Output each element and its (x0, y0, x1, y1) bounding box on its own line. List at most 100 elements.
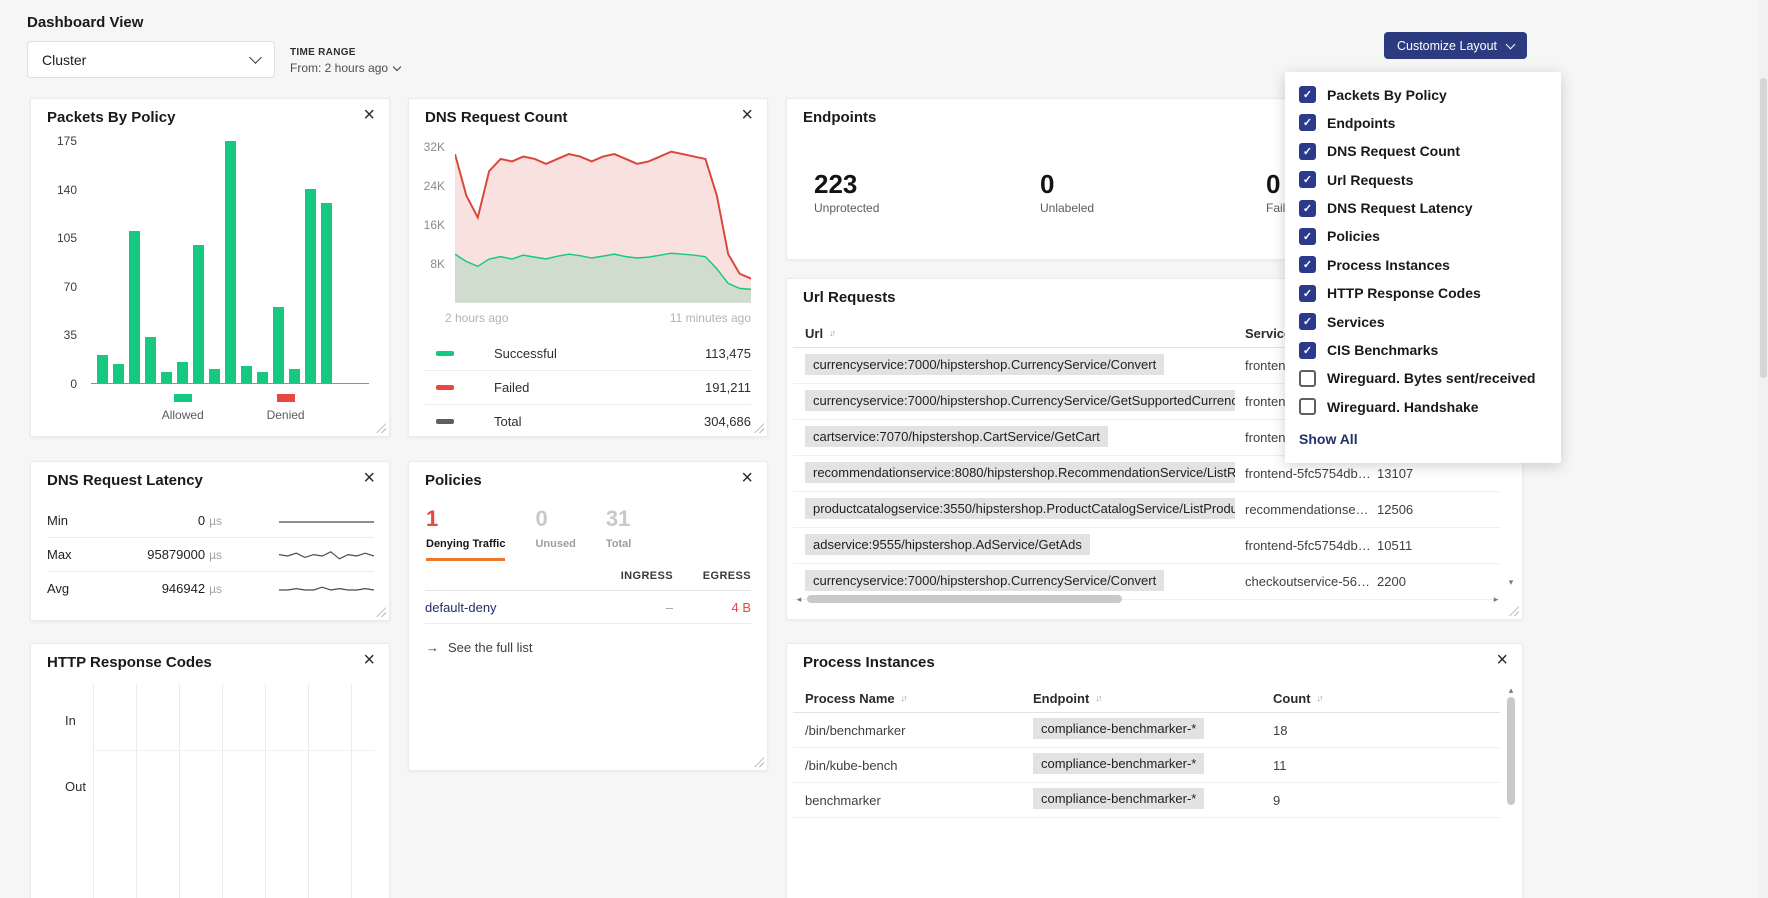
see-full-list-link[interactable]: → See the full list (426, 640, 533, 655)
y-axis-label: 70 (64, 280, 77, 294)
resize-grip[interactable] (754, 757, 764, 767)
menu-item-cis-benchmarks[interactable]: ✓CIS Benchmarks (1299, 342, 1547, 359)
packets-bar-chart[interactable]: 03570105140175 AllowedDenied (47, 135, 375, 424)
scroll-right-icon[interactable]: ▸ (1490, 595, 1502, 604)
url-value: productcatalogservice:3550/hipstershop.P… (805, 498, 1235, 519)
time-range-from[interactable]: From: 2 hours ago (290, 61, 400, 75)
view-scope-select[interactable]: Cluster (27, 41, 275, 78)
close-icon[interactable]: × (363, 468, 375, 488)
url-cell: currencyservice:7000/hipstershop.Currenc… (793, 390, 1245, 414)
service-cell: frontend-5fc5754db… (1245, 538, 1370, 553)
checkbox-checked-icon[interactable]: ✓ (1299, 114, 1316, 131)
chart-gridline (93, 750, 375, 751)
close-icon[interactable]: × (741, 468, 753, 488)
column-header-endpoint[interactable]: Endpoint↓↑ (1033, 691, 1273, 706)
dns-area-chart[interactable]: 8K16K24K32K 2 hours ago 11 minutes ago (419, 137, 751, 325)
latency-value: 0µs (97, 513, 222, 528)
process-name-cell: /bin/kube-bench (793, 758, 1033, 773)
policy-stat-unused[interactable]: 0Unused (535, 506, 575, 561)
resize-grip[interactable] (1509, 606, 1519, 616)
card-header: Process Instances × (787, 644, 1522, 672)
page-scrollbar[interactable] (1759, 0, 1768, 898)
checkbox-unchecked-icon[interactable] (1299, 370, 1316, 387)
checkbox-checked-icon[interactable]: ✓ (1299, 86, 1316, 103)
sort-icon: ↓↑ (829, 328, 834, 338)
checkbox-checked-icon[interactable]: ✓ (1299, 313, 1316, 330)
menu-item-process-instances[interactable]: ✓Process Instances (1299, 256, 1547, 273)
menu-item-endpoints[interactable]: ✓Endpoints (1299, 114, 1547, 131)
show-all-link[interactable]: Show All (1299, 431, 1547, 447)
y-axis-label: 175 (57, 134, 77, 148)
sparkline-svg (279, 581, 374, 597)
table-body: /bin/benchmarkercompliance-benchmarker-*… (793, 713, 1500, 818)
card-header: HTTP Response Codes × (31, 644, 389, 672)
horizontal-scrollbar[interactable]: ◂ ▸ (793, 592, 1502, 606)
column-header-process-name[interactable]: Process Name↓↑ (793, 691, 1033, 706)
card-dns-request-latency: DNS Request Latency × Min0µsMax95879000µ… (30, 461, 390, 621)
legend-value: 113,475 (705, 346, 751, 361)
x-axis: 2 hours ago 11 minutes ago (445, 311, 751, 325)
menu-item-wireguard-handshake[interactable]: Wireguard. Handshake (1299, 398, 1547, 415)
resize-grip[interactable] (376, 607, 386, 617)
legend-label: Failed (494, 380, 705, 395)
policy-stat-total[interactable]: 31Total (606, 506, 631, 561)
card-title: Endpoints (803, 109, 876, 126)
service-cell: checkoutservice-56… (1245, 574, 1370, 589)
chevron-down-icon (1506, 39, 1516, 49)
value-number: 95879000 (147, 547, 205, 562)
policy-stat-denying-traffic[interactable]: 1Denying Traffic (426, 506, 505, 561)
resize-grip[interactable] (376, 423, 386, 433)
sparkline-svg (279, 547, 374, 563)
column-header-egress[interactable]: EGRESS (673, 570, 751, 582)
close-icon[interactable]: × (363, 105, 375, 125)
checkbox-checked-icon[interactable]: ✓ (1299, 171, 1316, 188)
scroll-down-icon[interactable]: ▾ (1505, 578, 1517, 587)
menu-item-services[interactable]: ✓Services (1299, 313, 1547, 330)
endpoint-value: compliance-benchmarker-* (1033, 788, 1204, 809)
legend-swatch (436, 385, 454, 390)
checkbox-checked-icon[interactable]: ✓ (1299, 143, 1316, 160)
policy-name-link[interactable]: default-deny (425, 600, 581, 615)
close-icon[interactable]: × (363, 650, 375, 670)
menu-items: ✓Packets By Policy✓Endpoints✓DNS Request… (1299, 86, 1547, 415)
http-heatmap-chart[interactable]: InOut (47, 684, 375, 898)
menu-item-policies[interactable]: ✓Policies (1299, 228, 1547, 245)
menu-item-label: DNS Request Latency (1327, 200, 1472, 216)
menu-item-dns-request-latency[interactable]: ✓ DNS Request Latency (1299, 200, 1547, 217)
vertical-scrollbar[interactable]: ▴ (1505, 686, 1517, 898)
column-header-count[interactable]: Count↓↑ (1273, 691, 1500, 706)
close-icon[interactable]: × (741, 105, 753, 125)
menu-item-label: Wireguard. Handshake (1327, 399, 1479, 415)
checkbox-checked-icon[interactable]: ✓ (1299, 285, 1316, 302)
scrollbar-thumb[interactable] (1760, 78, 1767, 378)
scrollbar-thumb[interactable] (1507, 697, 1515, 805)
checkbox-checked-icon[interactable]: ✓ (1299, 228, 1316, 245)
legend-value: 304,686 (704, 414, 751, 429)
checkbox-checked-icon[interactable]: ✓ (1299, 256, 1316, 273)
checkbox-checked-icon[interactable]: ✓ (1299, 200, 1316, 217)
menu-item-wireguard-bytes-sent-received[interactable]: Wireguard. Bytes sent/received (1299, 370, 1547, 387)
menu-item-packets-by-policy[interactable]: ✓Packets By Policy (1299, 86, 1547, 103)
close-icon[interactable]: × (1496, 650, 1508, 670)
category-allowed: Allowed (162, 394, 204, 424)
menu-item-dns-request-count[interactable]: ✓DNS Request Count (1299, 143, 1547, 160)
column-header-ingress[interactable]: INGRESS (581, 570, 673, 582)
menu-item-http-response-codes[interactable]: ✓HTTP Response Codes (1299, 285, 1547, 302)
scrollbar-thumb[interactable] (807, 595, 1122, 603)
menu-item-url-requests[interactable]: ✓Url Requests (1299, 171, 1547, 188)
checkbox-checked-icon[interactable]: ✓ (1299, 342, 1316, 359)
resize-grip[interactable] (754, 423, 764, 433)
page-title: Dashboard View (27, 14, 143, 31)
egress-value: 4 B (673, 600, 751, 615)
column-header-url[interactable]: Url↓↑ (793, 326, 1245, 341)
checkbox-unchecked-icon[interactable] (1299, 398, 1316, 415)
bar (241, 366, 252, 383)
url-value: recommendationservice:8080/hipstershop.R… (805, 462, 1235, 483)
service-cell: recommendationse… (1245, 502, 1370, 517)
sparkline-path (279, 587, 374, 590)
customize-layout-button[interactable]: Customize Layout (1384, 32, 1527, 59)
scroll-left-icon[interactable]: ◂ (793, 595, 805, 604)
scroll-up-icon[interactable]: ▴ (1505, 686, 1517, 695)
card-title: Policies (425, 472, 482, 489)
legend-row-successful: Successful113,475 (425, 337, 751, 371)
